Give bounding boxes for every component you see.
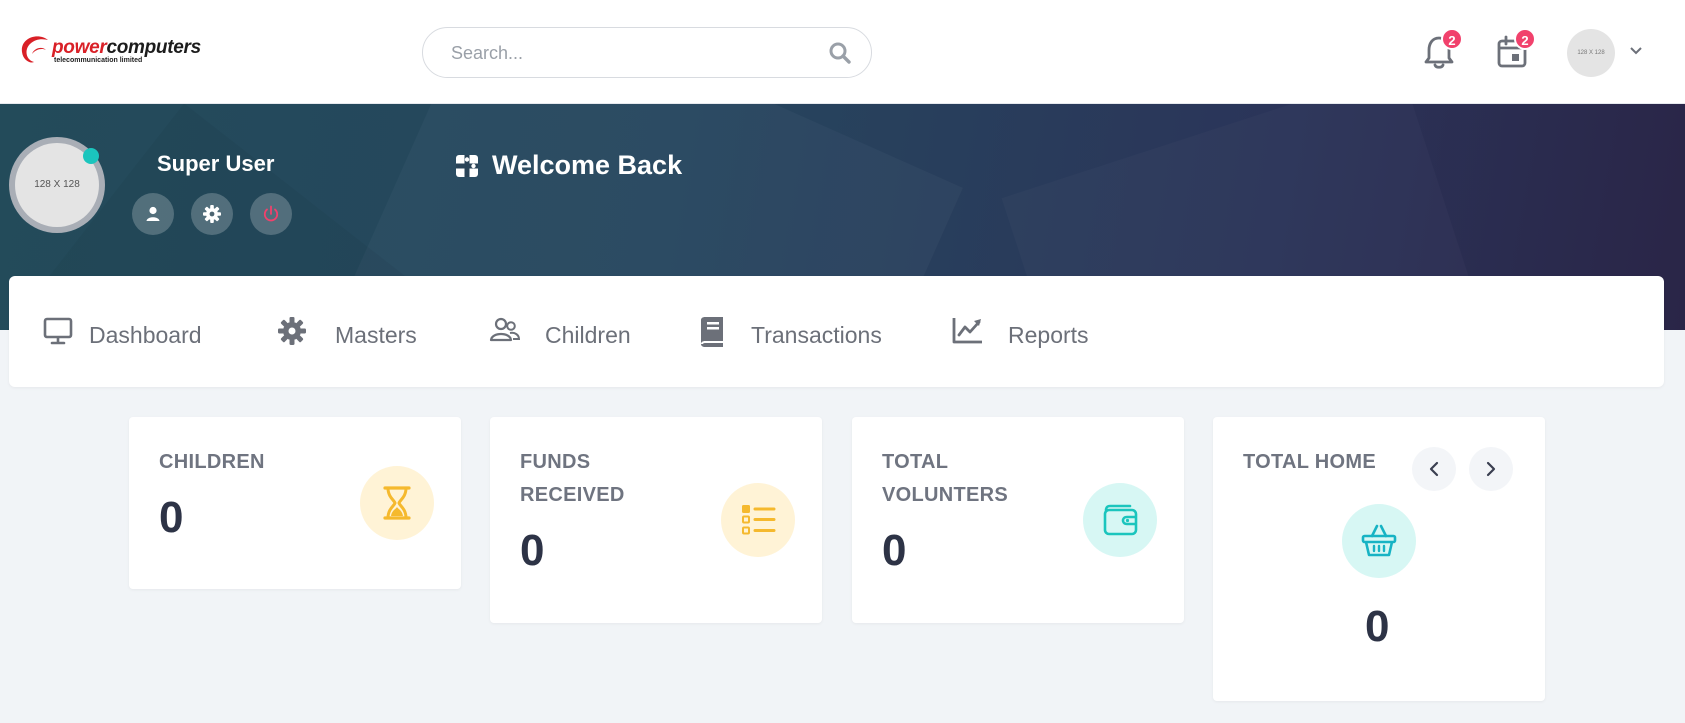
carousel-prev-button[interactable] bbox=[1412, 447, 1456, 491]
main-menu: Dashboard Masters Children Transactions … bbox=[9, 276, 1664, 387]
power-icon bbox=[263, 205, 279, 222]
search-box bbox=[422, 27, 872, 78]
notifications-button[interactable]: 2 bbox=[1421, 28, 1463, 70]
stat-value: 0 bbox=[1365, 602, 1390, 651]
stat-card-total-home[interactable]: TOTAL HOME 0 bbox=[1213, 417, 1545, 701]
chevron-left-icon bbox=[1429, 461, 1439, 477]
brand-name: powercomputers bbox=[52, 37, 201, 58]
menu-item-dashboard[interactable]: Dashboard bbox=[43, 316, 213, 352]
carousel-next-button[interactable] bbox=[1469, 447, 1513, 491]
chevron-right-icon bbox=[1486, 461, 1496, 477]
stat-label: TOTAL HOME bbox=[1243, 451, 1376, 473]
hourglass-icon bbox=[383, 486, 411, 520]
profile-button[interactable] bbox=[132, 193, 174, 235]
stat-label: FUNDS RECEIVED bbox=[520, 451, 625, 506]
stat-label: CHILDREN bbox=[159, 451, 265, 473]
menu-label: Reports bbox=[1008, 322, 1089, 348]
stat-icon-circle bbox=[721, 483, 795, 557]
chevron-down-icon[interactable] bbox=[1629, 46, 1643, 56]
logo-swoosh-icon bbox=[21, 36, 48, 63]
book-icon bbox=[701, 317, 723, 347]
menu-label: Dashboard bbox=[89, 322, 202, 348]
stat-label: TOTAL VOLUNTERS bbox=[882, 451, 1009, 506]
search-input[interactable] bbox=[451, 38, 811, 68]
menu-item-masters[interactable]: Masters bbox=[277, 316, 427, 352]
brand-tagline: telecommunication limited bbox=[54, 57, 143, 64]
stat-value: 0 bbox=[882, 526, 907, 575]
stat-icon-circle bbox=[360, 466, 434, 540]
gear-icon bbox=[203, 205, 221, 223]
stat-card-total-volunters[interactable]: TOTAL VOLUNTERS 0 bbox=[852, 417, 1184, 623]
settings-button[interactable] bbox=[191, 193, 233, 235]
list-icon bbox=[742, 505, 776, 535]
user-icon bbox=[146, 206, 160, 221]
header-avatar[interactable]: 128 X 128 bbox=[1567, 29, 1615, 77]
basket-icon bbox=[1361, 524, 1397, 557]
stat-icon-circle bbox=[1342, 504, 1416, 578]
menu-label: Masters bbox=[335, 322, 417, 348]
stat-icon-circle bbox=[1083, 483, 1157, 557]
stat-card-funds-received[interactable]: FUNDS RECEIVED 0 bbox=[490, 417, 822, 623]
wallet-icon bbox=[1103, 504, 1138, 536]
online-status-dot bbox=[83, 148, 99, 164]
menu-item-children[interactable]: Children bbox=[489, 316, 649, 352]
menu-label: Transactions bbox=[751, 322, 882, 348]
calendar-count-badge: 2 bbox=[1514, 28, 1536, 50]
users-icon bbox=[489, 317, 521, 342]
monitor-icon bbox=[43, 317, 73, 345]
gear-icon bbox=[278, 317, 306, 345]
stat-card-children[interactable]: CHILDREN 0 bbox=[129, 417, 461, 589]
logout-button[interactable] bbox=[250, 193, 292, 235]
top-navbar: powercomputers telecommunication limited… bbox=[0, 0, 1685, 104]
stat-value: 0 bbox=[520, 526, 545, 575]
calendar-button[interactable]: 2 bbox=[1494, 28, 1536, 70]
stat-value: 0 bbox=[159, 493, 184, 542]
puzzle-icon bbox=[456, 155, 478, 177]
brand-logo[interactable]: powercomputers telecommunication limited bbox=[18, 34, 208, 68]
menu-label: Children bbox=[545, 322, 631, 348]
profile-name: Super User bbox=[157, 151, 275, 176]
menu-item-reports[interactable]: Reports bbox=[952, 316, 1102, 352]
chart-line-icon bbox=[952, 318, 982, 344]
menu-item-transactions[interactable]: Transactions bbox=[697, 316, 887, 352]
search-icon[interactable] bbox=[829, 42, 851, 64]
welcome-text: Welcome Back bbox=[492, 150, 683, 180]
notifications-count-badge: 2 bbox=[1441, 28, 1463, 50]
